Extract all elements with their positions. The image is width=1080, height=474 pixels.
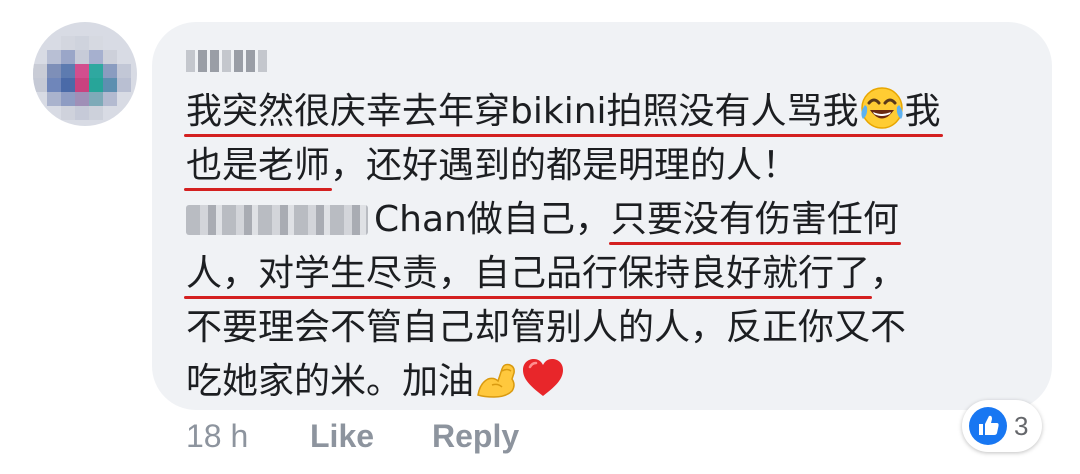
mentioned-user-blur[interactable] bbox=[186, 205, 368, 235]
reply-button[interactable]: Reply bbox=[432, 418, 519, 455]
red-heart-icon bbox=[523, 359, 564, 396]
timestamp[interactable]: 18 h bbox=[186, 418, 310, 455]
author-name-blur bbox=[210, 50, 219, 72]
like-button[interactable]: Like bbox=[310, 418, 432, 455]
author-name[interactable] bbox=[186, 48, 267, 74]
comment-line: 我突然很庆幸去年穿bikini拍照没有人骂我 我 bbox=[186, 85, 1036, 139]
author-name-blur bbox=[222, 50, 231, 72]
highlighted-text: 人，对学生尽责，自己品行保持良好就行了 bbox=[186, 253, 871, 294]
comment-line: 不要理会不管自己却管别人的人，反正你又不 bbox=[186, 307, 907, 348]
reaction-count: 3 bbox=[1014, 410, 1029, 441]
flexed-biceps-icon bbox=[477, 363, 515, 398]
avatar[interactable] bbox=[33, 22, 137, 126]
highlighted-text: 只要没有伤害任何 bbox=[610, 199, 899, 240]
highlighted-text: 也是老师 bbox=[186, 145, 331, 186]
comment-line: 吃她家的米。加油 bbox=[186, 355, 1036, 409]
comment-line: 也是老师，还好遇到的都是明理的人！ bbox=[186, 145, 799, 186]
author-name-blur bbox=[258, 50, 267, 72]
author-name-blur bbox=[234, 50, 243, 72]
author-name-blur bbox=[246, 50, 255, 72]
comment-line: Chan做自己，只要没有伤害任何 bbox=[186, 193, 1036, 247]
highlighted-text: 我突然很庆幸去年穿bikini拍照没有人骂我 我 bbox=[186, 87, 941, 132]
comment-actions: 18 h Like Reply bbox=[186, 418, 519, 455]
reaction-summary[interactable]: 3 bbox=[962, 400, 1043, 452]
author-name-blur bbox=[186, 50, 195, 72]
comment-text: 我突然很庆幸去年穿bikini拍照没有人骂我 我 也是老师，还好遇到的都是明理的… bbox=[186, 85, 1036, 409]
comment-line: 人，对学生尽责，自己品行保持良好就行了， bbox=[186, 253, 907, 294]
thumbs-up-icon bbox=[969, 407, 1007, 445]
tears-of-joy-icon bbox=[860, 87, 903, 129]
author-name-blur bbox=[198, 50, 207, 72]
